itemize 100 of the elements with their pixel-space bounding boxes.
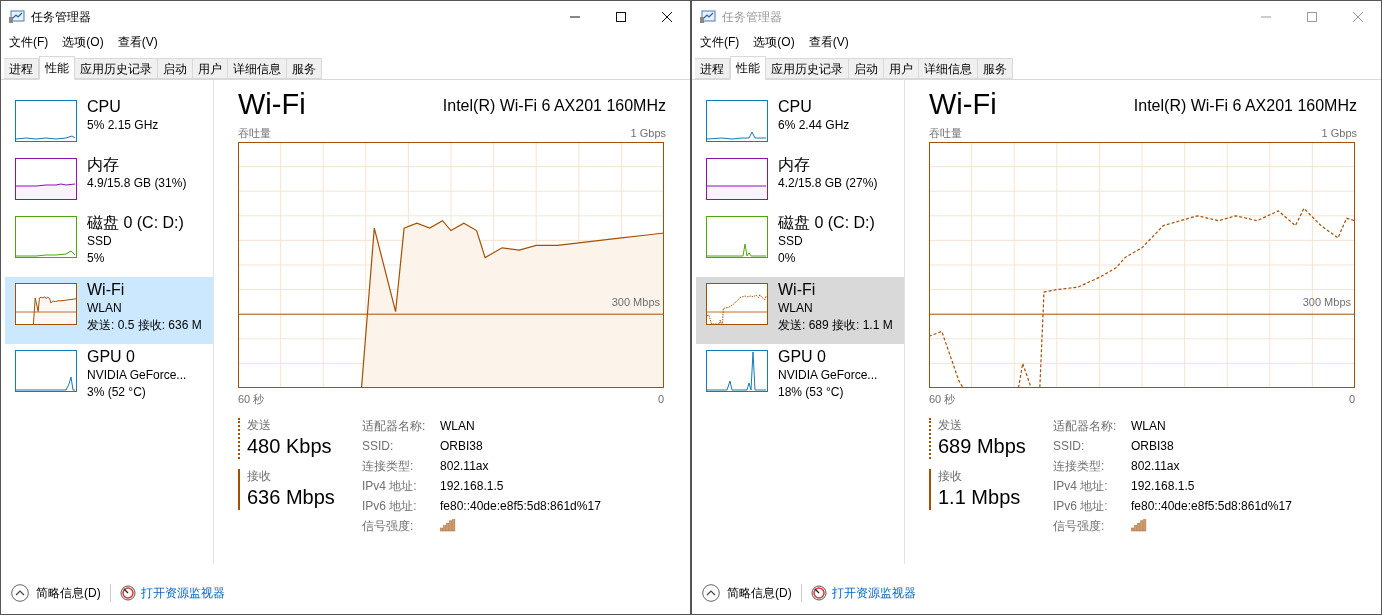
item-detail: 6% 2.44 GHz <box>778 117 850 134</box>
property-label: SSID: <box>1053 438 1086 454</box>
sidebar-item[interactable]: Wi-Fi WLAN 发送: 0.5 接收: 636 M <box>5 277 213 344</box>
property-value: fe80::40de:e8f5:5d8:861d%17 <box>1131 498 1292 514</box>
graph-label: 吞吐量 <box>238 126 271 140</box>
item-detail: SSD <box>778 233 804 250</box>
graph-label: 吞吐量 <box>929 126 962 140</box>
item-name: GPU 0 <box>87 347 136 367</box>
item-detail: WLAN <box>87 300 123 317</box>
menu-item[interactable]: 查看(V) <box>804 33 853 51</box>
menu-item[interactable]: 文件(F) <box>696 33 744 51</box>
property-value: ORBI38 <box>1131 438 1175 454</box>
axis-zero-label: 0 <box>657 392 664 406</box>
close-icon <box>662 11 672 22</box>
receive-rate: 636 Mbps <box>247 485 336 510</box>
item-detail: 发送: 0.5 接收: 636 M <box>87 317 202 334</box>
fewer-details-button[interactable]: 简略信息(D) <box>11 584 101 602</box>
item-name: CPU <box>778 97 813 117</box>
property-value: 192.168.1.5 <box>1131 478 1196 494</box>
item-detail: 4.9/15.8 GB (31%) <box>87 175 187 192</box>
property-value: fe80::40de:e8f5:5d8:861d%17 <box>440 498 601 514</box>
app-icon <box>700 9 716 24</box>
close-icon <box>1353 11 1363 22</box>
item-name: Wi-Fi <box>778 280 817 300</box>
scale-label: 300 Mbps <box>1302 295 1351 310</box>
item-name: CPU <box>87 97 122 117</box>
property-label: 连接类型: <box>362 458 415 474</box>
maximize-icon <box>1307 11 1317 22</box>
gauge-icon <box>119 585 136 601</box>
menu-item[interactable]: 文件(F) <box>5 33 53 51</box>
menu-item[interactable]: 选项(O) <box>58 33 108 51</box>
maximize-icon <box>616 11 626 22</box>
tab[interactable]: 启动 <box>158 58 193 79</box>
property-label: 信号强度: <box>362 518 415 534</box>
send-rate: 480 Kbps <box>247 434 333 459</box>
item-detail: 发送: 689 接收: 1.1 M <box>778 317 893 334</box>
tab[interactable]: 启动 <box>849 58 884 79</box>
send-label: 发送 <box>938 418 963 433</box>
item-name: Wi-Fi <box>87 280 126 300</box>
tab[interactable]: 服务 <box>978 58 1013 79</box>
fewer-details-button[interactable]: 简略信息(D) <box>702 584 792 602</box>
signal-strength-icon <box>440 519 456 532</box>
item-name: 内存 <box>778 155 811 175</box>
item-detail: SSD <box>87 233 113 250</box>
window-title: 任务管理器 <box>31 8 91 26</box>
property-label: SSID: <box>362 438 395 454</box>
item-detail: 5% 2.15 GHz <box>87 117 159 134</box>
item-name: 磁盘 0 (C: D:) <box>778 213 875 233</box>
property-value: 802.11ax <box>1131 458 1181 474</box>
signal-strength-icon <box>1131 519 1147 532</box>
panel-title: Wi-Fi <box>238 87 306 122</box>
item-detail: 4.2/15.8 GB (27%) <box>778 175 878 192</box>
tab[interactable]: 性能 <box>730 56 766 80</box>
item-name: GPU 0 <box>778 347 827 367</box>
property-value: ORBI38 <box>440 438 484 454</box>
receive-rate: 1.1 Mbps <box>938 485 1022 510</box>
item-detail: NVIDIA GeForce... <box>778 367 878 384</box>
gauge-icon <box>810 585 827 601</box>
property-value: 192.168.1.5 <box>440 478 505 494</box>
tab[interactable]: 应用历史记录 <box>75 58 158 79</box>
property-label: 信号强度: <box>1053 518 1106 534</box>
tab[interactable]: 进程 <box>4 58 39 79</box>
app-icon <box>9 9 25 24</box>
property-label: 适配器名称: <box>362 418 427 434</box>
tab[interactable]: 详细信息 <box>228 58 287 79</box>
property-label: 连接类型: <box>1053 458 1106 474</box>
resource-monitor-link[interactable]: 打开资源监视器 <box>140 584 225 602</box>
property-value: WLAN <box>440 418 476 434</box>
item-detail: 5% <box>87 250 106 267</box>
adapter-name: Intel(R) Wi-Fi 6 AX201 160MHz <box>442 96 666 116</box>
tab[interactable]: 用户 <box>884 58 919 79</box>
resource-monitor-link[interactable]: 打开资源监视器 <box>831 584 916 602</box>
receive-label: 接收 <box>938 469 963 484</box>
axis-max-label: 1 Gbps <box>630 126 666 140</box>
property-value: WLAN <box>1131 418 1167 434</box>
property-label: IPv6 地址: <box>362 498 418 514</box>
property-label: IPv4 地址: <box>362 478 418 494</box>
receive-label: 接收 <box>247 469 272 484</box>
sidebar-item[interactable]: Wi-Fi WLAN 发送: 689 接收: 1.1 M <box>696 277 904 344</box>
tab[interactable]: 服务 <box>287 58 322 79</box>
tab[interactable]: 详细信息 <box>919 58 978 79</box>
tab[interactable]: 进程 <box>695 58 730 79</box>
property-label: 适配器名称: <box>1053 418 1118 434</box>
property-label: IPv4 地址: <box>1053 478 1109 494</box>
axis-max-label: 1 Gbps <box>1321 126 1357 140</box>
tab[interactable]: 用户 <box>193 58 228 79</box>
adapter-name: Intel(R) Wi-Fi 6 AX201 160MHz <box>1133 96 1357 116</box>
collapse-icon <box>11 584 29 602</box>
tab[interactable]: 性能 <box>39 56 75 80</box>
menu-item[interactable]: 查看(V) <box>113 33 162 51</box>
item-detail: 3% (52 °C) <box>87 384 147 401</box>
property-value: 802.11ax <box>440 458 490 474</box>
scale-label: 300 Mbps <box>611 295 660 310</box>
collapse-icon <box>702 584 720 602</box>
tab[interactable]: 应用历史记录 <box>766 58 849 79</box>
axis-time-label: 60 秒 <box>238 392 265 406</box>
axis-time-label: 60 秒 <box>929 392 956 406</box>
panel-title: Wi-Fi <box>929 87 997 122</box>
item-detail: WLAN <box>778 300 814 317</box>
menu-item[interactable]: 选项(O) <box>749 33 799 51</box>
